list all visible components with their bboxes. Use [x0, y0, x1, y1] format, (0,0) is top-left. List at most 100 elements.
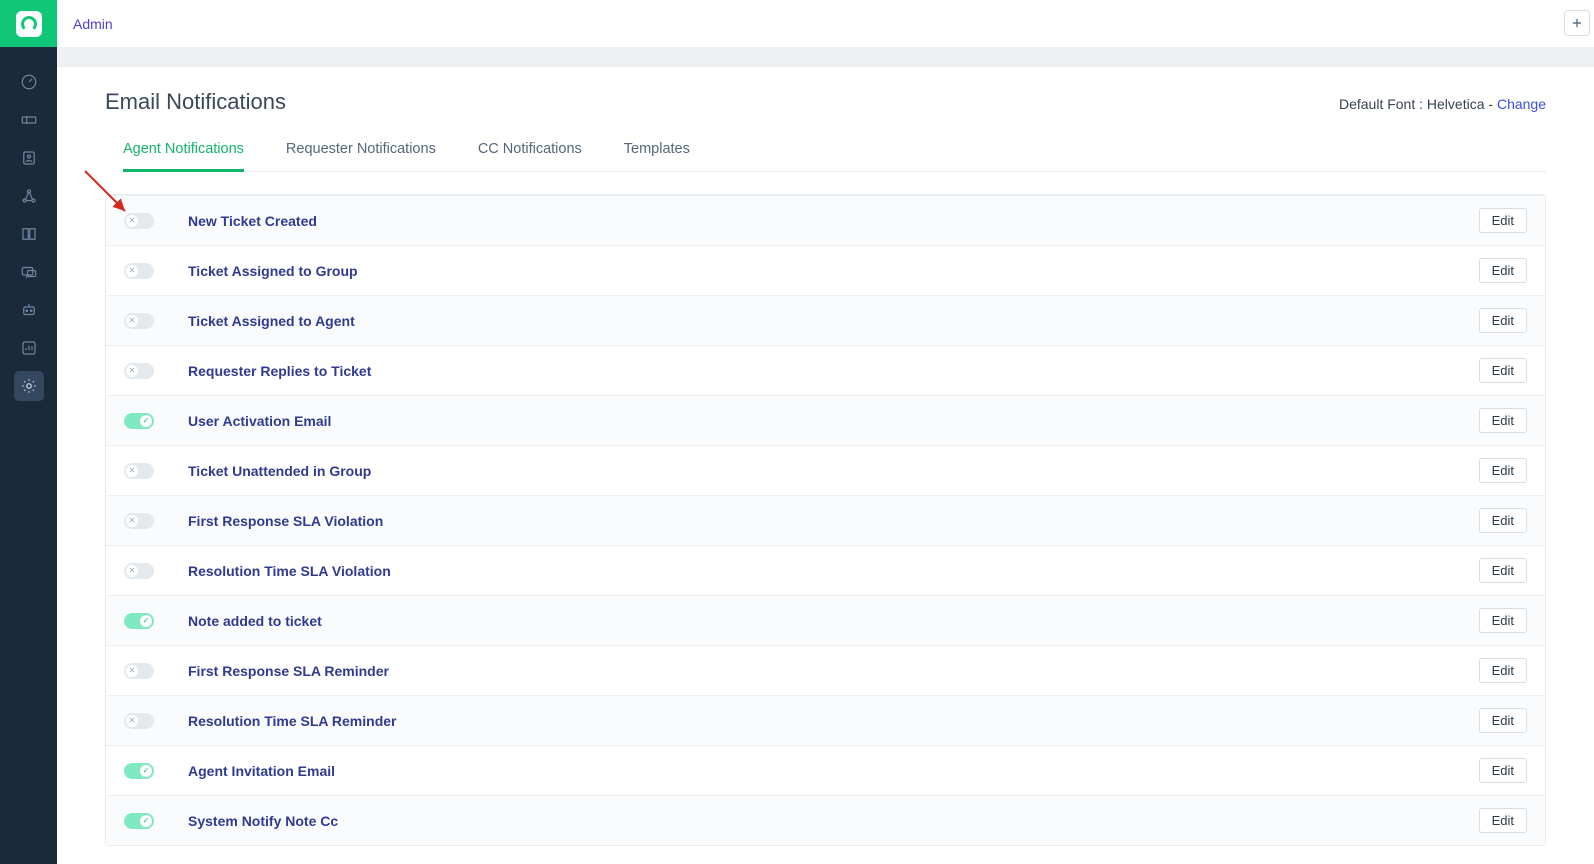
content: Email Notifications Default Font : Helve…: [57, 67, 1594, 864]
x-icon: [126, 465, 138, 477]
default-font-note: Default Font : Helvetica - Change: [1339, 96, 1546, 112]
edit-button[interactable]: Edit: [1479, 358, 1527, 383]
edit-button[interactable]: Edit: [1479, 658, 1527, 683]
edit-button[interactable]: Edit: [1479, 508, 1527, 533]
edit-button[interactable]: Edit: [1479, 758, 1527, 783]
edit-button[interactable]: Edit: [1479, 408, 1527, 433]
toggle[interactable]: [124, 813, 154, 829]
default-font-label: Default Font :: [1339, 96, 1427, 112]
notification-row: First Response SLA Violation Edit: [106, 495, 1545, 545]
toggle[interactable]: [124, 463, 154, 479]
new-ticket-button[interactable]: [1564, 10, 1590, 36]
notification-label[interactable]: First Response SLA Reminder: [188, 663, 389, 679]
notification-label[interactable]: First Response SLA Violation: [188, 513, 383, 529]
notification-row: Note added to ticket Edit: [106, 595, 1545, 645]
chart-icon: [20, 339, 38, 357]
notification-label[interactable]: Ticket Assigned to Agent: [188, 313, 355, 329]
x-icon: [126, 365, 138, 377]
notification-label[interactable]: Ticket Unattended in Group: [188, 463, 371, 479]
notification-row: First Response SLA Reminder Edit: [106, 645, 1545, 695]
nodes-icon: [20, 187, 38, 205]
change-font-link[interactable]: Change: [1497, 96, 1546, 112]
topbar: Admin: [57, 0, 1594, 47]
notification-label[interactable]: Requester Replies to Ticket: [188, 363, 371, 379]
sidebar-item-admin[interactable]: [14, 371, 44, 401]
toggle[interactable]: [124, 263, 154, 279]
toggle[interactable]: [124, 513, 154, 529]
x-icon: [126, 515, 138, 527]
bot-icon: [20, 301, 38, 319]
edit-button[interactable]: Edit: [1479, 558, 1527, 583]
default-font-sep: -: [1485, 96, 1497, 112]
notification-label[interactable]: System Notify Note Cc: [188, 813, 338, 829]
sidebar: [0, 0, 57, 864]
notification-row: System Notify Note Cc Edit: [106, 795, 1545, 845]
notification-label[interactable]: Ticket Assigned to Group: [188, 263, 358, 279]
toggle[interactable]: [124, 363, 154, 379]
tab-requester-notifications[interactable]: Requester Notifications: [286, 131, 436, 171]
default-font-value: Helvetica: [1427, 96, 1485, 112]
check-icon: [140, 765, 152, 777]
x-icon: [126, 265, 138, 277]
tab-cc-notifications[interactable]: CC Notifications: [478, 131, 582, 171]
notification-label[interactable]: Note added to ticket: [188, 613, 322, 629]
notification-label[interactable]: Resolution Time SLA Violation: [188, 563, 391, 579]
notification-label[interactable]: Resolution Time SLA Reminder: [188, 713, 396, 729]
sidebar-item-solutions[interactable]: [14, 219, 44, 249]
notification-row: Requester Replies to Ticket Edit: [106, 345, 1545, 395]
sidebar-item-forums[interactable]: [14, 257, 44, 287]
toggle[interactable]: [124, 413, 154, 429]
notification-row: Agent Invitation Email Edit: [106, 745, 1545, 795]
notification-list: New Ticket CreatedEditTicket Assigned to…: [105, 194, 1546, 846]
notification-label[interactable]: New Ticket Created: [188, 213, 317, 229]
toggle[interactable]: [124, 213, 154, 229]
toggle[interactable]: [124, 563, 154, 579]
notification-row: Ticket Assigned to Agent Edit: [106, 295, 1545, 345]
tabs: Agent Notifications Requester Notificatio…: [123, 131, 1546, 172]
sidebar-item-contacts[interactable]: [14, 143, 44, 173]
edit-button[interactable]: Edit: [1479, 258, 1527, 283]
x-icon: [126, 215, 138, 227]
book-icon: [20, 225, 38, 243]
logo-icon: [16, 11, 42, 37]
page-header: Email Notifications Default Font : Helve…: [105, 67, 1546, 115]
ticket-icon: [20, 111, 38, 129]
plus-icon: [1570, 16, 1584, 30]
check-icon: [140, 615, 152, 627]
tab-agent-notifications[interactable]: Agent Notifications: [123, 131, 244, 172]
notification-row: User Activation Email Edit: [106, 395, 1545, 445]
contact-icon: [20, 149, 38, 167]
sidebar-item-social[interactable]: [14, 181, 44, 211]
notification-row: Ticket Unattended in Group Edit: [106, 445, 1545, 495]
notification-label[interactable]: Agent Invitation Email: [188, 763, 335, 779]
sidebar-item-tickets[interactable]: [14, 105, 44, 135]
toggle[interactable]: [124, 313, 154, 329]
edit-button[interactable]: Edit: [1479, 708, 1527, 733]
header-strip: [57, 47, 1594, 67]
gear-icon: [20, 377, 38, 395]
edit-button[interactable]: Edit: [1479, 808, 1527, 833]
edit-button[interactable]: Edit: [1479, 208, 1527, 233]
toggle[interactable]: [124, 763, 154, 779]
edit-button[interactable]: Edit: [1479, 608, 1527, 633]
sidebar-nav: [14, 67, 44, 401]
x-icon: [126, 715, 138, 727]
notification-row: Ticket Assigned to Group Edit: [106, 245, 1545, 295]
app-logo[interactable]: [0, 0, 57, 47]
breadcrumb[interactable]: Admin: [73, 16, 113, 32]
edit-button[interactable]: Edit: [1479, 308, 1527, 333]
x-icon: [126, 565, 138, 577]
toggle[interactable]: [124, 613, 154, 629]
notification-row: New Ticket Created Edit: [106, 195, 1545, 245]
notification-row: Resolution Time SLA Violation Edit: [106, 545, 1545, 595]
toggle[interactable]: [124, 713, 154, 729]
edit-button[interactable]: Edit: [1479, 458, 1527, 483]
sidebar-item-reports[interactable]: [14, 333, 44, 363]
x-icon: [126, 665, 138, 677]
tab-templates[interactable]: Templates: [624, 131, 690, 171]
sidebar-item-bots[interactable]: [14, 295, 44, 325]
notification-label[interactable]: User Activation Email: [188, 413, 331, 429]
sidebar-item-dashboard[interactable]: [14, 67, 44, 97]
toggle[interactable]: [124, 663, 154, 679]
chat-icon: [20, 263, 38, 281]
